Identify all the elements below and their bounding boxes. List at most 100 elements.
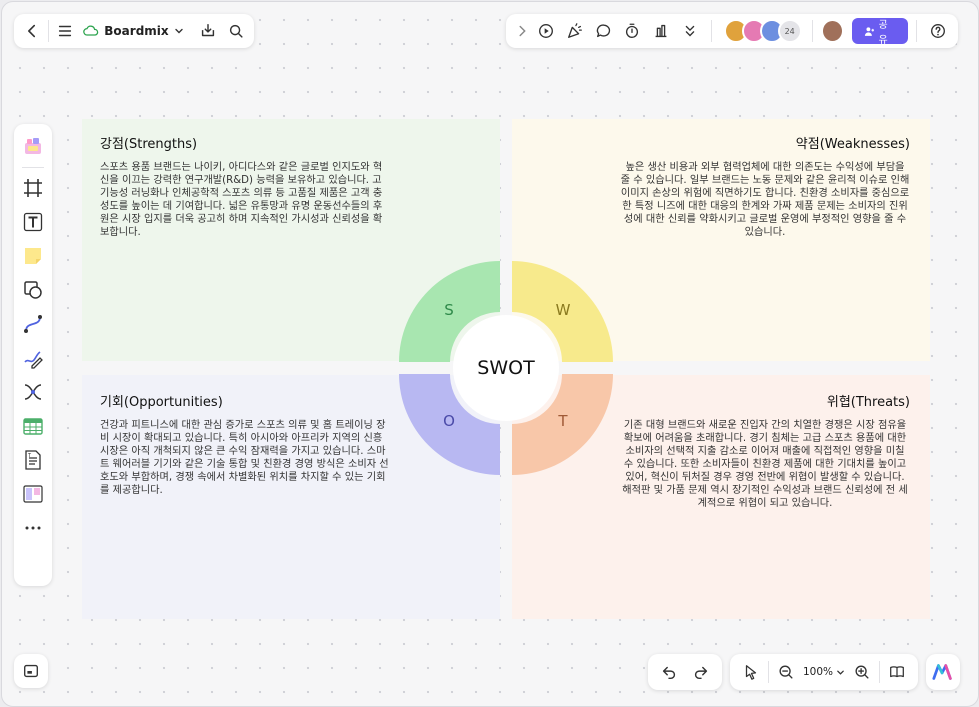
pen-tool[interactable] xyxy=(15,341,51,375)
zoom-in-icon xyxy=(855,665,869,679)
zoom-in-button[interactable] xyxy=(847,657,877,687)
strengths-body: 스포츠 용품 브랜드는 나이키, 아디다스와 같은 글로벌 인지도와 혁신을 이… xyxy=(100,162,383,238)
text-icon xyxy=(23,212,43,232)
divider xyxy=(811,20,813,42)
text-tool[interactable] xyxy=(15,205,51,239)
chevron-down-icon xyxy=(174,28,183,34)
comment-icon xyxy=(596,24,610,38)
redo-button[interactable] xyxy=(686,657,716,687)
download-icon xyxy=(201,23,214,37)
share-button[interactable]: 공유 xyxy=(851,18,909,46)
select-tool-button[interactable] xyxy=(736,657,766,687)
download-button[interactable] xyxy=(194,16,222,46)
more-tools-button[interactable] xyxy=(676,16,705,46)
ai-assistant-button[interactable] xyxy=(926,654,960,690)
zoom-out-icon xyxy=(779,665,793,679)
s-letter: S xyxy=(444,301,454,319)
divider xyxy=(710,20,712,42)
more-dots-icon xyxy=(25,526,41,530)
swot-center-label: SWOT xyxy=(477,357,535,379)
comment-button[interactable] xyxy=(589,16,618,46)
connector-tool[interactable] xyxy=(15,307,51,341)
library-button[interactable] xyxy=(882,657,912,687)
celebrate-button[interactable] xyxy=(560,16,589,46)
history-controls xyxy=(648,654,722,690)
vote-icon xyxy=(655,24,667,38)
share-label: 공유 xyxy=(878,20,888,46)
cursor-icon xyxy=(745,665,757,680)
mindmap-icon xyxy=(24,384,42,400)
w-letter: W xyxy=(556,301,571,319)
left-toolbar: T xyxy=(14,124,52,586)
book-icon xyxy=(890,666,904,678)
cloud-icon xyxy=(83,25,99,36)
more-icon xyxy=(685,25,695,37)
user-avatar[interactable] xyxy=(820,19,844,43)
undo-icon xyxy=(662,666,676,680)
template-icon xyxy=(25,138,41,154)
brand-name: Boardmix xyxy=(104,24,169,38)
minimap-toggle[interactable] xyxy=(14,654,48,688)
collaborator-count-badge[interactable]: 24 xyxy=(777,19,802,43)
mindmap-tool[interactable] xyxy=(15,375,51,409)
divider xyxy=(768,661,769,683)
divider xyxy=(916,20,918,42)
document-tool[interactable]: T xyxy=(15,443,51,477)
zoom-level-dropdown[interactable]: 100% xyxy=(801,666,847,678)
back-icon xyxy=(28,24,36,38)
zoom-level: 100% xyxy=(803,666,834,678)
table-icon xyxy=(23,418,43,435)
add-user-icon xyxy=(864,26,875,36)
menu-button[interactable] xyxy=(51,16,79,46)
swot-wheel: S W O T SWOT xyxy=(399,261,613,475)
celebrate-icon xyxy=(567,23,582,38)
sticky-note-tool[interactable] xyxy=(15,239,51,273)
template-tool[interactable] xyxy=(15,128,51,164)
search-icon xyxy=(229,24,243,38)
help-button[interactable] xyxy=(923,16,952,46)
more-tools-button[interactable] xyxy=(15,511,51,545)
undo-button[interactable] xyxy=(654,657,684,687)
document-icon: T xyxy=(25,450,41,470)
help-icon xyxy=(930,24,945,38)
connector-icon xyxy=(24,315,42,333)
expand-icon xyxy=(519,25,526,37)
opportunities-title: 기회(Opportunities) xyxy=(100,395,223,410)
vote-button[interactable] xyxy=(647,16,676,46)
menu-icon xyxy=(59,25,72,37)
zoom-controls: 100% xyxy=(730,654,918,690)
divider xyxy=(22,167,44,168)
search-button[interactable] xyxy=(222,16,250,46)
t-letter: T xyxy=(557,412,568,430)
strengths-title: 강점(Strengths) xyxy=(100,137,198,152)
table-tool[interactable] xyxy=(15,409,51,443)
redo-icon xyxy=(694,666,708,680)
kanban-icon xyxy=(23,485,43,503)
timer-icon xyxy=(626,23,639,38)
o-letter: O xyxy=(443,412,455,430)
ai-logo-icon xyxy=(932,664,952,680)
back-button[interactable] xyxy=(18,16,46,46)
present-button[interactable] xyxy=(531,16,560,46)
sticky-note-icon xyxy=(25,248,41,264)
shape-icon xyxy=(24,281,42,299)
top-left-toolbar: Boardmix xyxy=(14,14,254,48)
frame-tool[interactable] xyxy=(15,171,51,205)
frame-icon xyxy=(24,179,42,197)
minimap-icon xyxy=(24,664,38,678)
play-icon xyxy=(538,24,553,38)
zoom-out-button[interactable] xyxy=(771,657,801,687)
collapse-toolbar-button[interactable] xyxy=(512,16,531,46)
pen-icon xyxy=(24,351,43,369)
shape-tool[interactable] xyxy=(15,273,51,307)
chevron-down-icon xyxy=(837,670,844,675)
brand-switcher[interactable]: Boardmix xyxy=(79,24,187,38)
threats-title: 위협(Threats) xyxy=(826,395,910,410)
weaknesses-title: 약점(Weaknesses) xyxy=(795,137,910,152)
kanban-tool[interactable] xyxy=(15,477,51,511)
timer-button[interactable] xyxy=(618,16,647,46)
canvas[interactable]: Boardmix 24 공유 T 강점(Strengths) 스포츠 용품 브랜… xyxy=(1,1,979,707)
threats-body: 기존 대형 브랜드와 새로운 진입자 간의 치열한 경쟁은 시장 점유율 확보에… xyxy=(622,420,908,509)
collaborators[interactable]: 24 xyxy=(723,19,802,43)
opportunities-body: 건강과 피트니스에 대한 관심 증가로 스포츠 의류 및 홈 트레이닝 장비 시… xyxy=(100,420,389,496)
